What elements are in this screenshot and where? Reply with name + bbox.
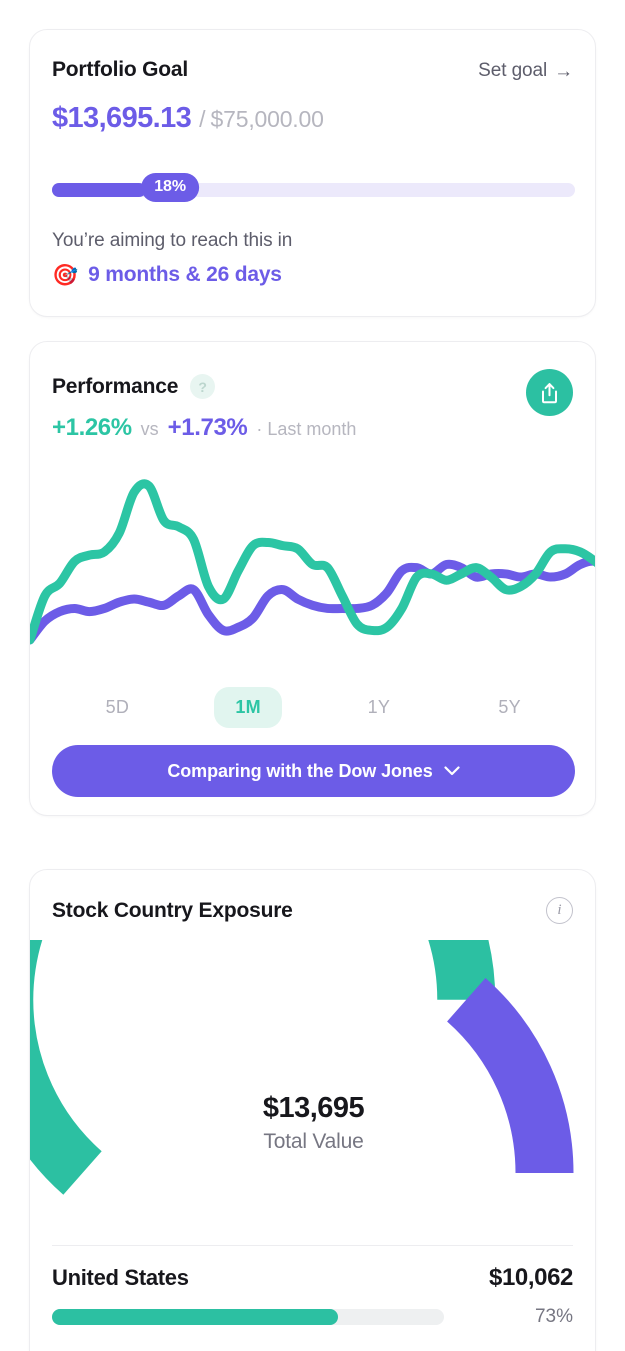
performance-stats-row: +1.26% vs +1.73% · Last month [52,414,356,442]
portfolio-change-value: +1.26% [52,414,132,441]
country-percent-label: 73% [534,1306,573,1327]
tab-range-label: 5D [105,697,130,717]
country-name: United States [52,1265,189,1290]
country-exposure-title: Stock Country Exposure [52,898,293,922]
help-icon[interactable]: ? [190,374,216,399]
country-exposure-header: Stock Country Exposure i [52,897,573,924]
performance-line-chart [30,479,595,645]
share-icon [542,382,557,403]
country-progress-fill [52,1309,339,1325]
total-value-label: Total Value [263,1130,364,1153]
country-progress-track [52,1309,444,1325]
tab-range-5d[interactable]: 5D [52,687,183,728]
goal-progress-bar: 18% [52,170,575,210]
compare-benchmark-button[interactable]: Comparing with the Dow Jones [52,745,575,797]
country-row-bottom: 73% [52,1306,573,1328]
set-goal-button[interactable]: Set goal → [478,60,573,82]
set-goal-label: Set goal [478,60,548,81]
performance-title: Performance [52,374,179,398]
performance-header: Performance ? [52,374,216,399]
gauge-center-text: $13,695 Total Value [30,1092,595,1154]
country-row-top: United States $10,062 [52,1264,573,1292]
gauge-svg [30,870,574,1195]
goal-amount-separator: / [199,106,206,132]
benchmark-change-value: +1.73% [167,414,248,441]
chevron-down-icon [444,766,460,776]
arrow-right-icon: → [554,60,573,82]
portfolio-goal-card: Portfolio Goal Set goal → $13,695.13 / $… [29,29,596,317]
tab-range-label: 1M [214,687,282,728]
portfolio-goal-header: Portfolio Goal Set goal → [52,58,573,82]
country-amount: $10,062 [489,1264,573,1291]
chart-line-dow-jones [30,556,595,645]
performance-card: Performance ? +1.26% vs +1.73% · Last mo… [29,341,596,816]
goal-amount-row: $13,695.13 / $75,000.00 [52,102,324,135]
target-emoji-icon: 🎯 [52,263,79,287]
versus-label: vs [140,419,159,439]
country-exposure-gauge: $13,695 Total Value [30,870,595,1202]
country-list-divider [52,1245,573,1246]
tab-range-label: 1Y [367,697,391,717]
tab-range-1y[interactable]: 1Y [314,687,445,728]
goal-note: You’re aiming to reach this in [52,230,293,251]
chart-line-portfolio [30,479,595,645]
goal-progress-fill [52,183,147,197]
goal-target-amount: $75,000.00 [210,106,324,132]
tab-range-5y[interactable]: 5Y [444,687,575,728]
portfolio-screen: Portfolio Goal Set goal → $13,695.13 / $… [0,0,625,1351]
stock-country-exposure-card: Stock Country Exposure i $13,695 Total V… [29,869,596,1351]
list-item[interactable]: United States $10,062 73% [52,1264,573,1350]
page-title: Portfolio Goal [52,58,189,81]
compare-benchmark-label: Comparing with the Dow Jones [167,760,433,781]
goal-eta-row: 🎯 9 months & 26 days [52,263,282,287]
goal-current-amount: $13,695.13 [52,102,192,134]
goal-progress-badge: 18% [141,173,199,202]
goal-eta-text: 9 months & 26 days [88,263,282,286]
tab-range-label: 5Y [498,697,521,717]
performance-period-label: · Last month [256,419,357,439]
time-range-tabs: 5D 1M 1Y 5Y [52,687,575,728]
share-button[interactable] [526,369,573,416]
info-icon[interactable]: i [546,897,573,924]
total-value-amount: $13,695 [262,1092,365,1124]
tab-range-1m[interactable]: 1M [183,687,314,728]
